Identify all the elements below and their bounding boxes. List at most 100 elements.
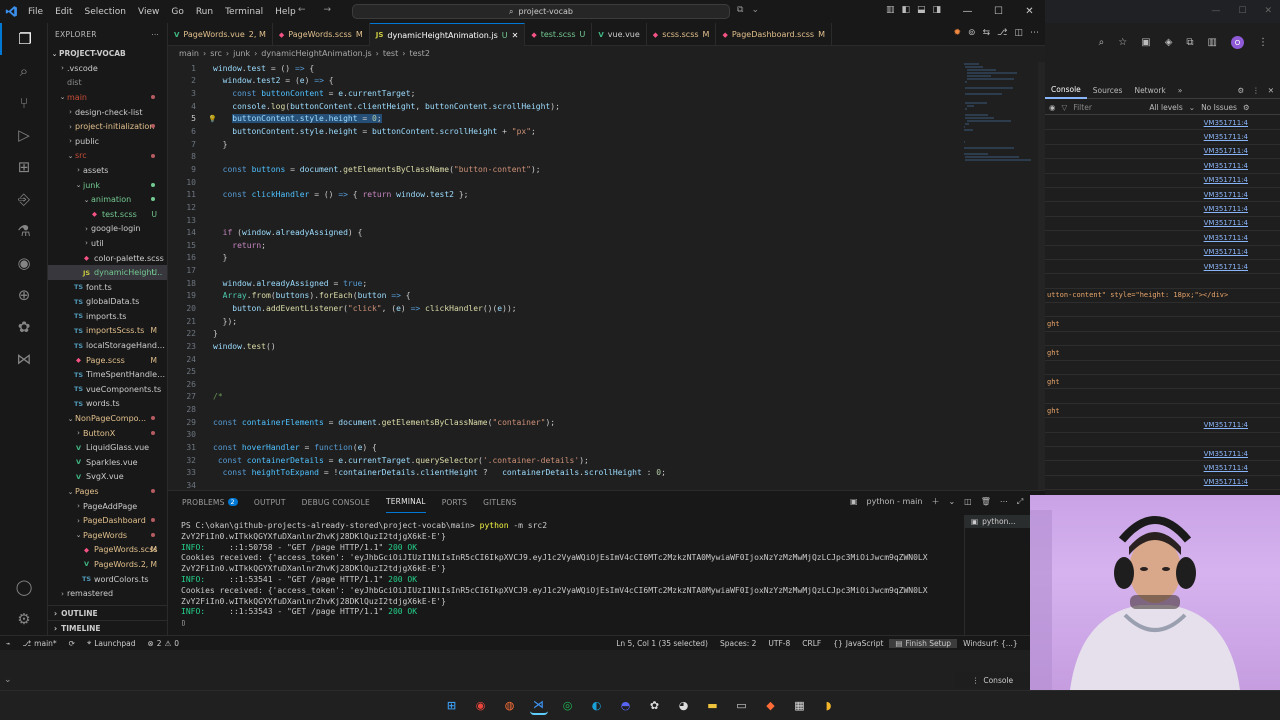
tree-item-pages[interactable]: ⌄ Pages (48, 484, 167, 499)
outline-section[interactable]: › OUTLINE (48, 605, 167, 620)
menu-file[interactable]: File (22, 7, 49, 17)
close-icon[interactable]: ✕ (1264, 6, 1272, 16)
encoding[interactable]: UTF-8 (762, 639, 796, 648)
log-levels[interactable]: All levels (1149, 103, 1182, 112)
close-icon[interactable]: ✕ (1014, 0, 1045, 23)
breadcrumb-item[interactable]: test2 (409, 49, 429, 58)
remote-indicator[interactable]: ⌁ (0, 639, 17, 648)
tree-item-util[interactable]: › util (48, 236, 167, 251)
source-control-icon[interactable]: ⑂ (0, 87, 48, 119)
tab-dynamicheightanimation-js[interactable]: JS dynamicHeightAnimation.js U ✕ (369, 23, 526, 46)
split-terminal-icon[interactable]: ◫ (964, 497, 972, 506)
tree-item-imports-ts[interactable]: TS imports.ts (48, 309, 167, 324)
tab-scss-scss[interactable]: ◆ scss.scss M (647, 23, 717, 46)
chevron-down-icon[interactable]: ⌄ (948, 497, 955, 506)
tree-item-color-palette-scss[interactable]: ◆ color-palette.scss (48, 251, 167, 266)
settings-gear-icon[interactable]: ⚙ (0, 603, 48, 635)
vscode-icon[interactable]: ⋊ (529, 697, 548, 715)
minimap[interactable] (958, 62, 1038, 212)
branch-indicator[interactable]: ⎇ main* (17, 639, 63, 648)
tab-test-scss[interactable]: ◆ test.scss U (525, 23, 593, 46)
tree-item-vuecomponents-ts[interactable]: TS vueComponents.ts (48, 382, 167, 397)
breadcrumb-item[interactable]: src (210, 49, 222, 58)
panel-tab-terminal[interactable]: TERMINAL (385, 491, 426, 513)
run-debug-icon[interactable]: ▷ (0, 119, 48, 151)
remote-explorer-icon[interactable]: ⎆ (0, 183, 48, 215)
puzzle-icon[interactable]: ⧉ (1186, 37, 1193, 48)
more-actions-icon[interactable]: ⋯ (1030, 28, 1039, 38)
console-source-link[interactable]: VM351711:4 (1045, 461, 1280, 476)
tree-item-src[interactable]: ⌄ src (48, 149, 167, 164)
tree-item-page-scss[interactable]: ◆ Page.scss M (48, 353, 167, 368)
minimize-icon[interactable]: — (952, 0, 983, 23)
console-source-link[interactable]: VM351711:4 (1045, 130, 1280, 145)
postman-icon[interactable]: ◆ (762, 697, 780, 715)
tree-item-globaldata-ts[interactable]: TS globalData.ts (48, 295, 167, 310)
tree-item-font-ts[interactable]: TS font.ts (48, 280, 167, 295)
windows-icon[interactable]: ⊞ (443, 697, 461, 715)
tree-item-pageaddpage[interactable]: › PageAddPage (48, 499, 167, 514)
console-source-link[interactable]: VM351711:4 (1045, 174, 1280, 188)
back-arrow-icon[interactable]: ← (298, 5, 306, 15)
tree-item-buttonx[interactable]: › ButtonX (48, 426, 167, 441)
tree-item-pagewords-scss[interactable]: ◆ PageWords.scss M (48, 543, 167, 558)
breadcrumb-item[interactable]: dynamicHeightAnimation.js (261, 49, 371, 58)
sidebar-icon[interactable]: ▥ (1208, 37, 1217, 48)
tree-item-google-login[interactable]: › google-login (48, 222, 167, 237)
toggle-sidebar-icon[interactable]: ◧ (902, 5, 911, 15)
tree-item-words-ts[interactable]: TS words.ts (48, 397, 167, 412)
edge-icon[interactable]: ◐ (588, 697, 606, 715)
chrome-icon[interactable]: ◉ (472, 697, 490, 715)
chevron-down-icon[interactable]: ⌄ (4, 675, 12, 685)
firefox-icon[interactable]: ◍ (501, 697, 519, 715)
tab-pagewords-scss[interactable]: ◆ PageWords.scss M (273, 23, 370, 46)
split-editor-icon[interactable]: ◫ (1014, 28, 1023, 38)
finish-setup[interactable]: ▤ Finish Setup (889, 638, 958, 648)
copilot-icon[interactable]: ⋈ (0, 343, 48, 375)
console-source-link[interactable]: VM351711:4 (1045, 159, 1280, 174)
git-icon[interactable]: ⎇ (997, 28, 1007, 38)
project-root[interactable]: ⌄ PROJECT-VOCAB (48, 46, 167, 61)
console-source-link[interactable]: VM351711:4 (1045, 202, 1280, 217)
panel-tab-ports[interactable]: PORTS (442, 491, 467, 513)
menu-run[interactable]: Run (190, 7, 219, 17)
tree-item-remastered[interactable]: › remastered (48, 586, 167, 601)
terminal-icon[interactable]: ▭ (733, 697, 751, 715)
tree-item-pagewords[interactable]: ⌄ PageWords (48, 528, 167, 543)
filter-input[interactable]: Filter (1073, 103, 1143, 112)
openai-icon[interactable]: ✿ (646, 697, 664, 715)
tree-item-pagewords-[interactable]: V PageWords... 2, M (48, 557, 167, 572)
launchpad-indicator[interactable]: ⌖ Launchpad (81, 638, 142, 648)
copilot-icon[interactable]: ⧉ (737, 5, 743, 15)
settings-gear-icon[interactable]: ⚙ (1237, 86, 1244, 95)
tab-pagewords-vue[interactable]: V PageWords.vue 2, M (168, 23, 273, 46)
console-drawer-tab[interactable]: ⋮ Console (955, 672, 1030, 688)
indentation[interactable]: Spaces: 2 (714, 639, 762, 648)
console-source-link[interactable]: VM351711:4 (1045, 231, 1280, 246)
problems-indicator[interactable]: ⊗ 2 ⚠ 0 (141, 639, 185, 648)
zoom-icon[interactable]: ⌕ (1099, 37, 1105, 48)
editor-scrollbar[interactable] (1038, 62, 1045, 490)
maximize-panel-icon[interactable]: ⤢ (1017, 497, 1023, 507)
tree-item-liquidglass-vue[interactable]: V LiquidGlass.vue (48, 440, 167, 455)
close-icon[interactable]: ✕ (512, 31, 519, 40)
star-icon[interactable]: ☆ (1118, 37, 1127, 48)
sync-indicator[interactable]: ⟳ (63, 639, 81, 648)
console-source-link[interactable]: VM351711:4 (1045, 260, 1280, 275)
menu-terminal[interactable]: Terminal (219, 7, 269, 17)
more-actions-icon[interactable]: ⋯ (151, 30, 159, 39)
account-icon[interactable]: ◯ (0, 571, 48, 603)
issues-indicator[interactable]: No Issues (1201, 103, 1237, 112)
command-center[interactable]: ⌕ project-vocab (352, 4, 730, 19)
panel-tab-output[interactable]: OUTPUT (254, 491, 286, 513)
spotify-icon[interactable]: ◎ (559, 697, 577, 715)
devtools-tab-console[interactable]: Console (1045, 82, 1087, 99)
cursor-position[interactable]: Ln 5, Col 1 (35 selected) (610, 639, 714, 648)
tree-item-localstoragehandler-ts[interactable]: TSlocalStorageHandler.ts (48, 338, 167, 353)
files-icon[interactable]: ▬ (704, 697, 722, 715)
github-icon[interactable]: ◕ (675, 697, 693, 715)
more-vertical-icon[interactable]: ⋮ (1258, 37, 1268, 48)
settings-gear-icon[interactable]: ⚙ (1243, 103, 1250, 112)
minimize-icon[interactable]: — (1211, 6, 1220, 16)
tree-item-animation[interactable]: ⌄ animation (48, 192, 167, 207)
